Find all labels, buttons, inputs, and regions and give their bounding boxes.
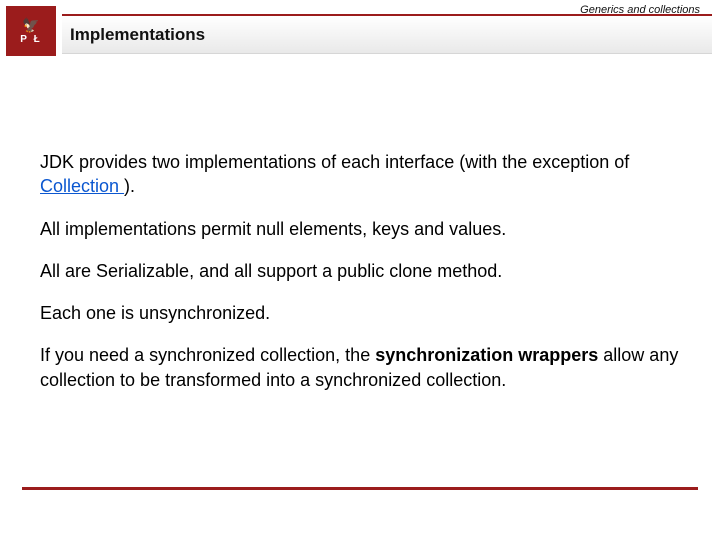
p1-text-post: ). (124, 176, 135, 196)
slide-root: 🦅 P Ł Generics and collections Implement… (0, 0, 720, 540)
paragraph-4: Each one is unsynchronized. (40, 301, 680, 325)
footer-rule (22, 487, 698, 490)
eagle-icon: 🦅 (22, 18, 39, 32)
p5-text-pre: If you need a synchronized collection, t… (40, 345, 375, 365)
slide-title: Implementations (70, 25, 205, 45)
collection-link[interactable]: Collection (40, 176, 124, 196)
paragraph-2: All implementations permit null elements… (40, 217, 680, 241)
slide-header: 🦅 P Ł Generics and collections Implement… (0, 0, 720, 60)
paragraph-1: JDK provides two implementations of each… (40, 150, 680, 199)
logo-letters: P Ł (20, 34, 41, 45)
slide-topic: Generics and collections (580, 4, 700, 16)
paragraph-3: All are Serializable, and all support a … (40, 259, 680, 283)
paragraph-5: If you need a synchronized collection, t… (40, 343, 680, 392)
title-bar: Implementations (62, 16, 712, 54)
slide-body: JDK provides two implementations of each… (0, 60, 720, 392)
p5-bold: synchronization wrappers (375, 345, 598, 365)
p1-text-pre: JDK provides two implementations of each… (40, 152, 629, 172)
university-logo: 🦅 P Ł (6, 6, 56, 56)
